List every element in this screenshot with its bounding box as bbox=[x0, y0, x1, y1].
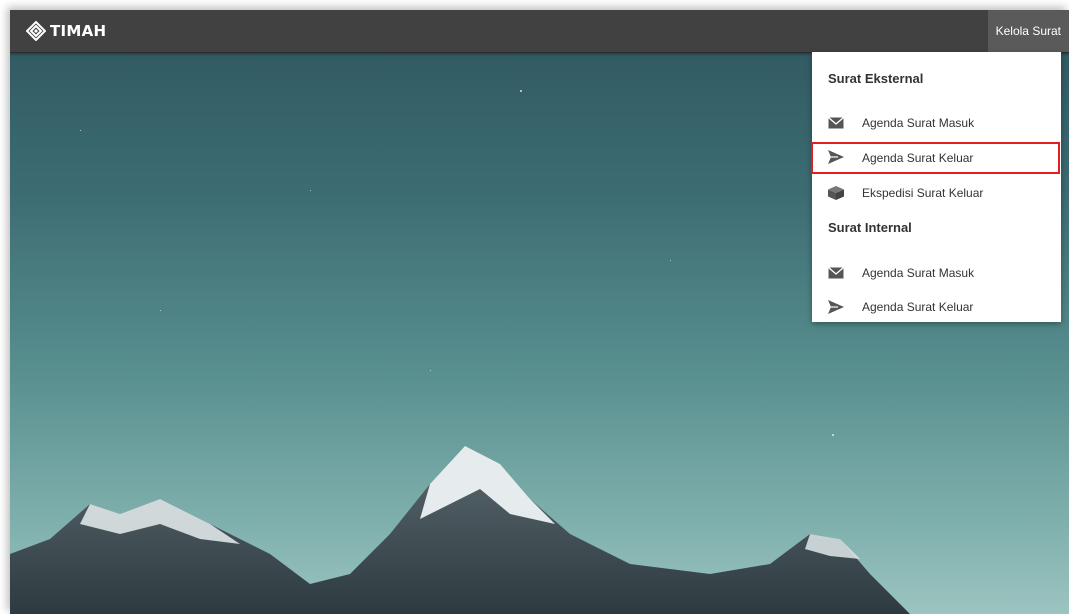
mountain-landscape-image bbox=[10, 446, 910, 614]
section-title-surat-eksternal: Surat Eksternal bbox=[828, 71, 924, 86]
timah-logo[interactable]: TIMAH bbox=[26, 21, 106, 41]
logo-emblem-icon bbox=[26, 21, 46, 41]
menu-item-internal-agenda-surat-keluar[interactable]: Agenda Surat Keluar bbox=[812, 292, 1061, 322]
logo-text: TIMAH bbox=[50, 22, 107, 40]
menu-item-label: Agenda Surat Masuk bbox=[862, 266, 975, 280]
app-window: TIMAH Kelola Surat Surat Eksternal Agend… bbox=[10, 10, 1069, 614]
menu-item-label: Agenda Surat Keluar bbox=[862, 300, 974, 314]
menu-item-label: Agenda Surat Keluar bbox=[862, 151, 974, 165]
paper-plane-icon bbox=[828, 300, 844, 314]
top-navigation-bar: TIMAH Kelola Surat bbox=[10, 10, 1069, 53]
envelope-icon bbox=[828, 266, 844, 279]
section-title-surat-internal: Surat Internal bbox=[828, 220, 912, 235]
paper-plane-icon bbox=[828, 150, 844, 164]
menu-item-internal-agenda-surat-masuk[interactable]: Agenda Surat Masuk bbox=[812, 258, 1061, 288]
menu-item-label: Ekspedisi Surat Keluar bbox=[862, 186, 984, 200]
kelola-surat-menu-button[interactable]: Kelola Surat bbox=[987, 10, 1069, 52]
menu-item-eksternal-agenda-surat-keluar[interactable]: Agenda Surat Keluar bbox=[811, 142, 1060, 174]
envelope-icon bbox=[828, 116, 844, 129]
kelola-surat-dropdown: Surat Eksternal Agenda Surat Masuk Agend… bbox=[811, 52, 1061, 322]
menu-item-eksternal-agenda-surat-masuk[interactable]: Agenda Surat Masuk bbox=[812, 108, 1061, 138]
menu-item-label: Agenda Surat Masuk bbox=[862, 116, 975, 130]
cube-icon bbox=[828, 186, 844, 200]
menu-item-ekspedisi-surat-keluar[interactable]: Ekspedisi Surat Keluar bbox=[812, 178, 1061, 208]
